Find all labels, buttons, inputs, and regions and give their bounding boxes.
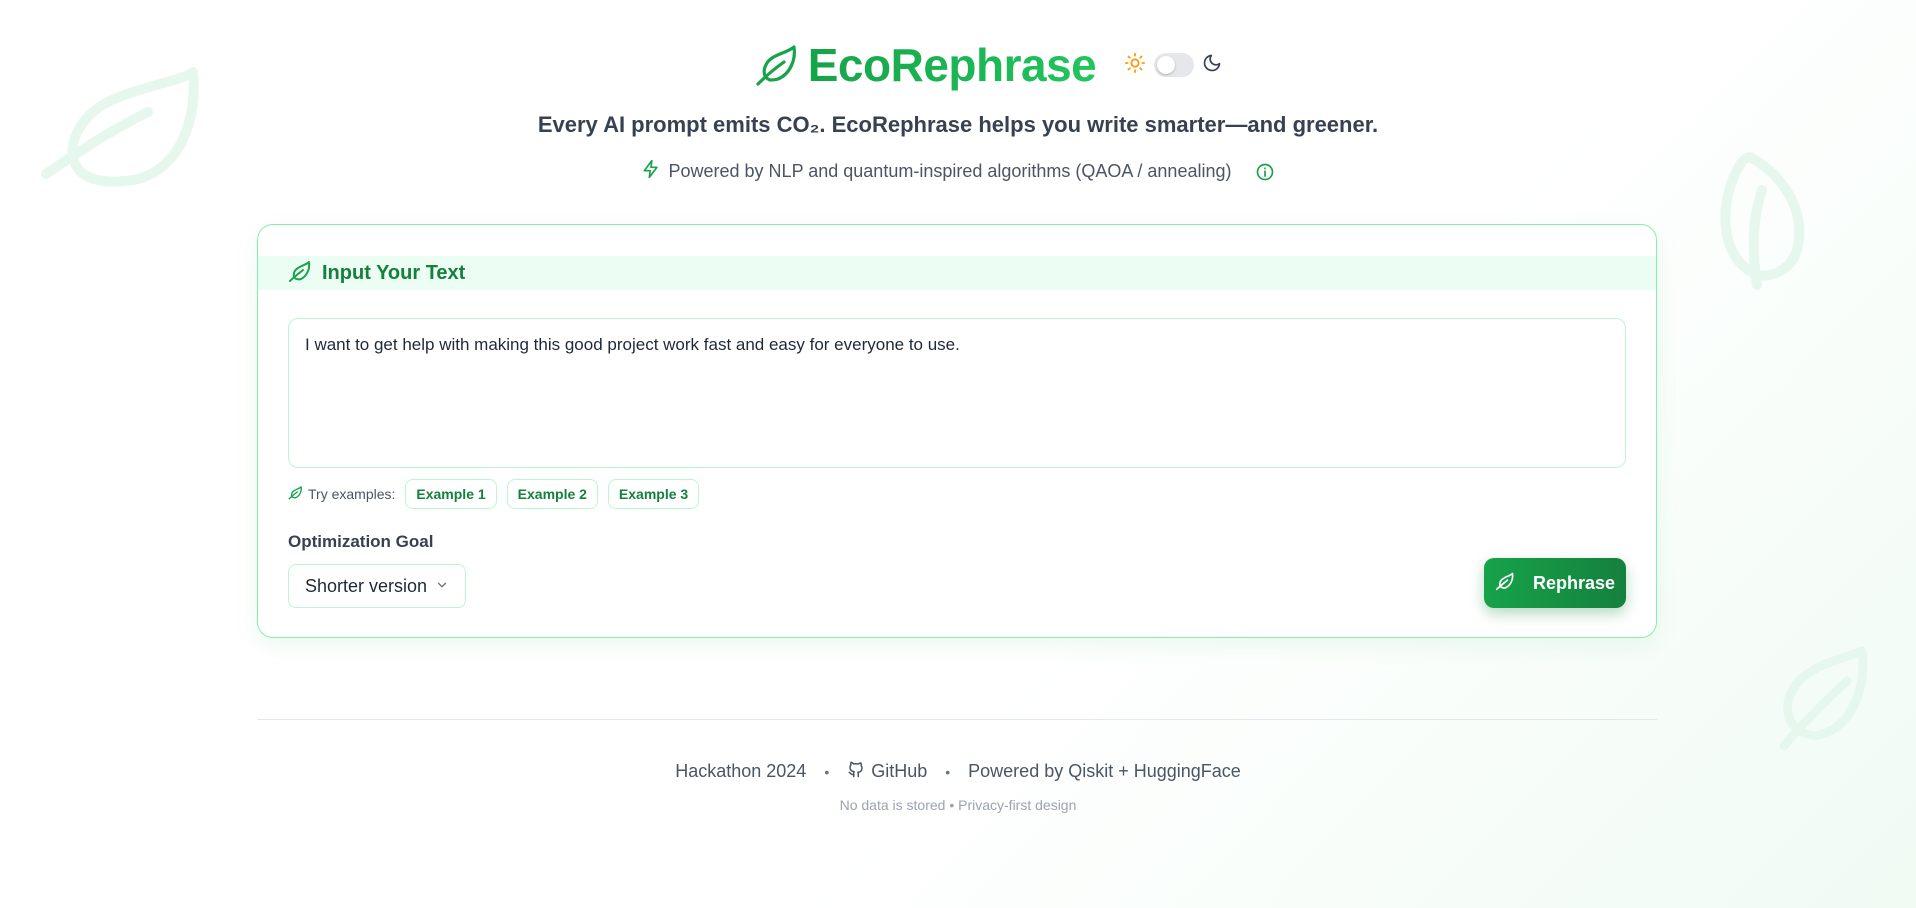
examples-label-text: Try examples: [308, 486, 396, 502]
footer-powered-by: Powered by Qiskit + HuggingFace [968, 761, 1241, 781]
rephrase-button[interactable]: Rephrase [1484, 558, 1626, 608]
github-link-label: GitHub [871, 761, 928, 781]
footer-privacy-note: No data is stored • Privacy-first design [839, 797, 1077, 813]
example-1-button[interactable]: Example 1 [405, 479, 497, 509]
leaf-icon [288, 485, 303, 503]
leaf-icon [1495, 571, 1515, 596]
page-footer: Hackathon 2024 • GitHub • Powered by Qis… [0, 760, 1916, 813]
rephrase-button-label: Rephrase [1532, 572, 1616, 593]
example-3-button[interactable]: Example 3 [607, 479, 700, 509]
github-icon [847, 760, 865, 783]
theme-switch-knob [1157, 56, 1176, 74]
brand: EcoRephrase [754, 38, 1097, 92]
leaf-icon [754, 42, 800, 88]
input-textarea[interactable]: I want to get help with making this good… [288, 318, 1626, 468]
info-icon[interactable] [1255, 162, 1275, 182]
background-leaf-icon [1772, 646, 1872, 756]
github-link[interactable]: GitHub [847, 760, 927, 783]
brand-title: EcoRephrase [807, 39, 1097, 91]
example-2-button[interactable]: Example 2 [506, 479, 598, 509]
footer-separator: • [945, 763, 951, 780]
input-card: Input Your Text I want to get help with … [257, 224, 1657, 638]
examples-row: Try examples: Example 1 Example 2 Exampl… [288, 479, 700, 509]
optimization-goal-label: Optimization Goal [288, 532, 434, 551]
optimization-goal-value: Shorter version [305, 575, 428, 596]
theme-toggle [1124, 52, 1222, 79]
sun-icon [1124, 52, 1146, 79]
optimization-goal-select[interactable]: Shorter version [288, 564, 466, 608]
footer-hackathon: Hackathon 2024 [675, 761, 807, 781]
tagline: Every AI prompt emits CO₂. EcoRephrase h… [537, 112, 1379, 137]
footer-divider [257, 719, 1657, 720]
input-card-header: Input Your Text [258, 256, 1656, 290]
examples-label: Try examples: [288, 485, 395, 503]
footer-separator: • [824, 763, 830, 780]
chevron-down-icon [435, 576, 449, 597]
lightning-icon [641, 158, 661, 185]
powered-by: Powered by NLP and quantum-inspired algo… [0, 158, 1916, 185]
theme-switch[interactable] [1154, 53, 1195, 77]
input-card-title: Input Your Text [322, 261, 466, 284]
leaf-icon [288, 259, 312, 288]
moon-icon [1202, 53, 1222, 78]
powered-by-text: Powered by NLP and quantum-inspired algo… [668, 161, 1232, 181]
